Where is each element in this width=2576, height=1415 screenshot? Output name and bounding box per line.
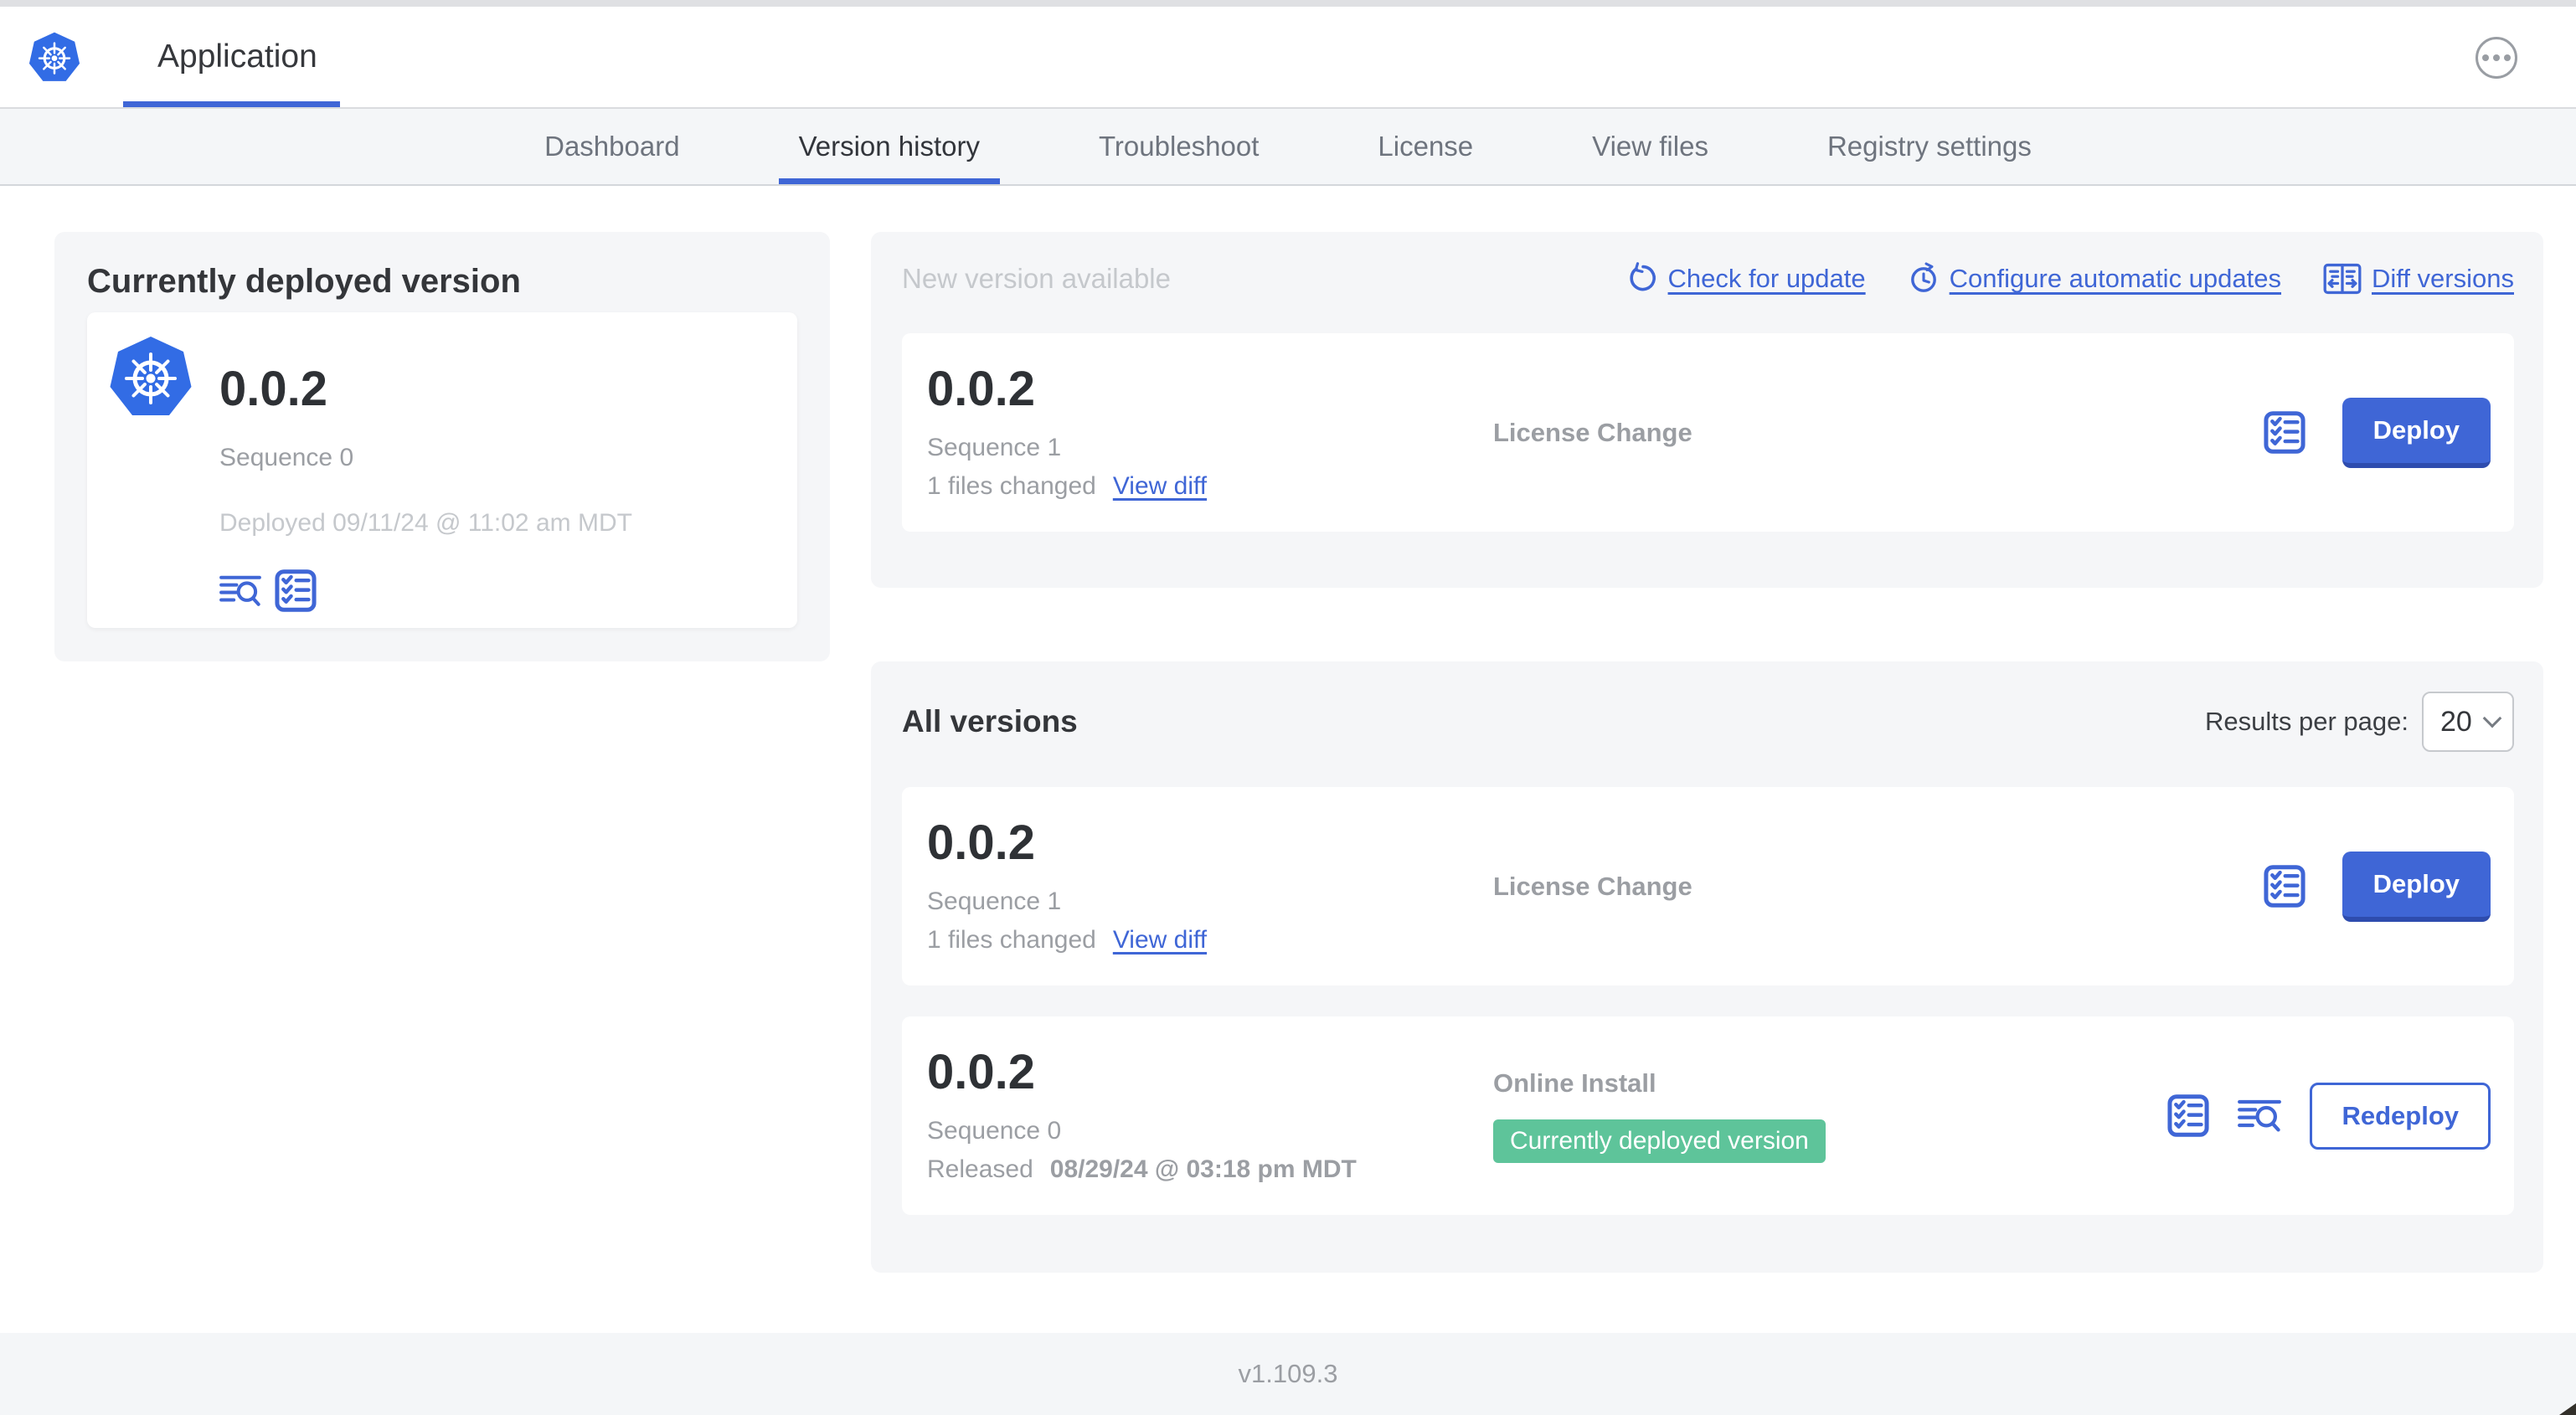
version-row-source: License Change [1493, 418, 2264, 448]
diff-icon [2323, 262, 2362, 296]
files-changed-line: 1 files changed View diff [927, 472, 1493, 501]
app-title-active-underline [123, 101, 340, 107]
redeploy-button[interactable]: Redeploy [2310, 1082, 2491, 1150]
deploy-button[interactable]: Deploy [2342, 851, 2491, 922]
app-nav: Dashboard Version history Troubleshoot L… [0, 107, 2576, 186]
deployed-timestamp: Deployed 09/11/24 @ 11:02 am MDT [219, 509, 632, 537]
results-per-page-label: Results per page: [2205, 707, 2409, 736]
app-footer: v1.109.3 [0, 1333, 2576, 1415]
currently-deployed-badge: Currently deployed version [1493, 1119, 1826, 1163]
tab-license[interactable]: License [1358, 109, 1493, 184]
version-actions: Check for update Configure automatic upd… [1626, 262, 2514, 296]
app-title: Application [157, 39, 317, 75]
version-sequence: Sequence 1 [927, 887, 1062, 915]
checklist-icon [2167, 1093, 2209, 1138]
tab-troubleshoot[interactable]: Troubleshoot [1079, 109, 1279, 184]
diff-versions-link[interactable]: Diff versions [2323, 262, 2514, 296]
files-changed-line: 1 files changed View diff [927, 926, 1493, 954]
chevron-down-icon [2482, 708, 2502, 728]
currently-deployed-title: Currently deployed version [87, 263, 521, 300]
diff-versions-label: Diff versions [2372, 264, 2514, 293]
deployed-version-info: 0.0.2 Sequence 0 Deployed 09/11/24 @ 11:… [219, 365, 632, 628]
preflight-checks-button[interactable] [2264, 410, 2306, 455]
version-row-info: 0.0.2 Sequence 1 1 files changed View di… [927, 361, 1493, 501]
tab-dashboard[interactable]: Dashboard [524, 109, 699, 184]
overflow-menu-button[interactable] [2476, 37, 2517, 79]
window-top-edge [0, 0, 2576, 7]
released-date: 08/29/24 @ 03:18 pm MDT [1049, 1155, 1357, 1183]
tab-registry-settings[interactable]: Registry settings [1807, 109, 2052, 184]
version-row-actions: Deploy [2264, 397, 2491, 468]
checklist-icon [275, 569, 317, 613]
released-label: Released [927, 1155, 1033, 1183]
view-logs-button[interactable] [2238, 1098, 2281, 1135]
files-changed-count: 1 files changed [927, 471, 1096, 500]
console-version: v1.109.3 [1238, 1359, 1338, 1388]
checklist-icon [2264, 864, 2306, 908]
all-versions-card: All versions Results per page: 20 0.0.2 … [871, 661, 2543, 1273]
results-per-page: Results per page: 20 [2205, 692, 2514, 752]
view-logs-button[interactable] [219, 574, 261, 609]
version-source-label: License Change [1493, 871, 1692, 901]
version-number: 0.0.2 [927, 361, 1035, 416]
all-versions-header: All versions Results per page: 20 [871, 692, 2543, 752]
preflight-checks-button[interactable] [2167, 1093, 2209, 1138]
view-diff-link[interactable]: View diff [1113, 472, 1207, 501]
clock-update-icon [1908, 262, 1940, 296]
version-source-label: Online Install [1493, 1068, 1656, 1098]
deployed-sequence: Sequence 0 [219, 444, 354, 471]
tab-view-files[interactable]: View files [1572, 109, 1728, 184]
cursor-artifact [2559, 1403, 2576, 1415]
version-sequence: Sequence 0 [927, 1116, 1062, 1145]
checklist-icon [2264, 410, 2306, 455]
kubernetes-logo-icon [28, 30, 80, 85]
deployed-version-card: 0.0.2 Sequence 0 Deployed 09/11/24 @ 11:… [87, 312, 797, 628]
refresh-icon [1626, 262, 1658, 296]
ellipsis-icon [2504, 54, 2511, 61]
version-row-info: 0.0.2 Sequence 0 Released 08/29/24 @ 03:… [927, 1044, 1493, 1184]
preflight-checks-button[interactable] [275, 569, 317, 613]
kubernetes-icon [109, 336, 193, 419]
results-per-page-select[interactable]: 20 [2422, 692, 2514, 752]
results-per-page-value: 20 [2440, 705, 2472, 738]
ellipsis-icon [2493, 54, 2500, 61]
new-version-title: New version available [902, 263, 1171, 294]
version-number: 0.0.2 [927, 1044, 1035, 1099]
version-row-source: Online Install Currently deployed versio… [1493, 1068, 2167, 1163]
preflight-checks-button[interactable] [2264, 864, 2306, 908]
version-row-actions: Redeploy [2167, 1082, 2491, 1150]
new-version-header: New version available Check for update C… [871, 260, 2543, 298]
view-diff-link[interactable]: View diff [1113, 926, 1207, 954]
new-version-card: New version available Check for update C… [871, 232, 2543, 588]
app-header: Application [0, 7, 2576, 107]
version-sequence: Sequence 1 [927, 433, 1062, 461]
version-number: 0.0.2 [927, 815, 1035, 870]
currently-deployed-card: Currently deployed version 0.0.2 Sequenc… [54, 232, 830, 661]
version-row: 0.0.2 Sequence 0 Released 08/29/24 @ 03:… [902, 1016, 2514, 1215]
version-row-source: License Change [1493, 872, 2264, 902]
version-row-actions: Deploy [2264, 851, 2491, 922]
check-for-update-link[interactable]: Check for update [1626, 262, 1866, 296]
tab-version-history[interactable]: Version history [778, 109, 1000, 184]
deploy-button[interactable]: Deploy [2342, 397, 2491, 468]
deployed-version-number: 0.0.2 [219, 362, 327, 416]
files-changed-count: 1 files changed [927, 925, 1096, 954]
version-row-info: 0.0.2 Sequence 1 1 files changed View di… [927, 815, 1493, 954]
version-row: 0.0.2 Sequence 1 1 files changed View di… [902, 787, 2514, 985]
deployed-actions [219, 569, 632, 613]
released-line: Released 08/29/24 @ 03:18 pm MDT [927, 1155, 1493, 1184]
ellipsis-icon [2482, 54, 2489, 61]
logs-icon [2238, 1098, 2281, 1135]
version-row: 0.0.2 Sequence 1 1 files changed View di… [902, 333, 2514, 532]
configure-automatic-updates-label: Configure automatic updates [1949, 264, 2281, 293]
configure-automatic-updates-link[interactable]: Configure automatic updates [1908, 262, 2281, 296]
all-versions-title: All versions [902, 704, 1078, 738]
logs-icon [219, 574, 261, 609]
check-for-update-label: Check for update [1667, 264, 1866, 293]
version-source-label: License Change [1493, 417, 1692, 447]
